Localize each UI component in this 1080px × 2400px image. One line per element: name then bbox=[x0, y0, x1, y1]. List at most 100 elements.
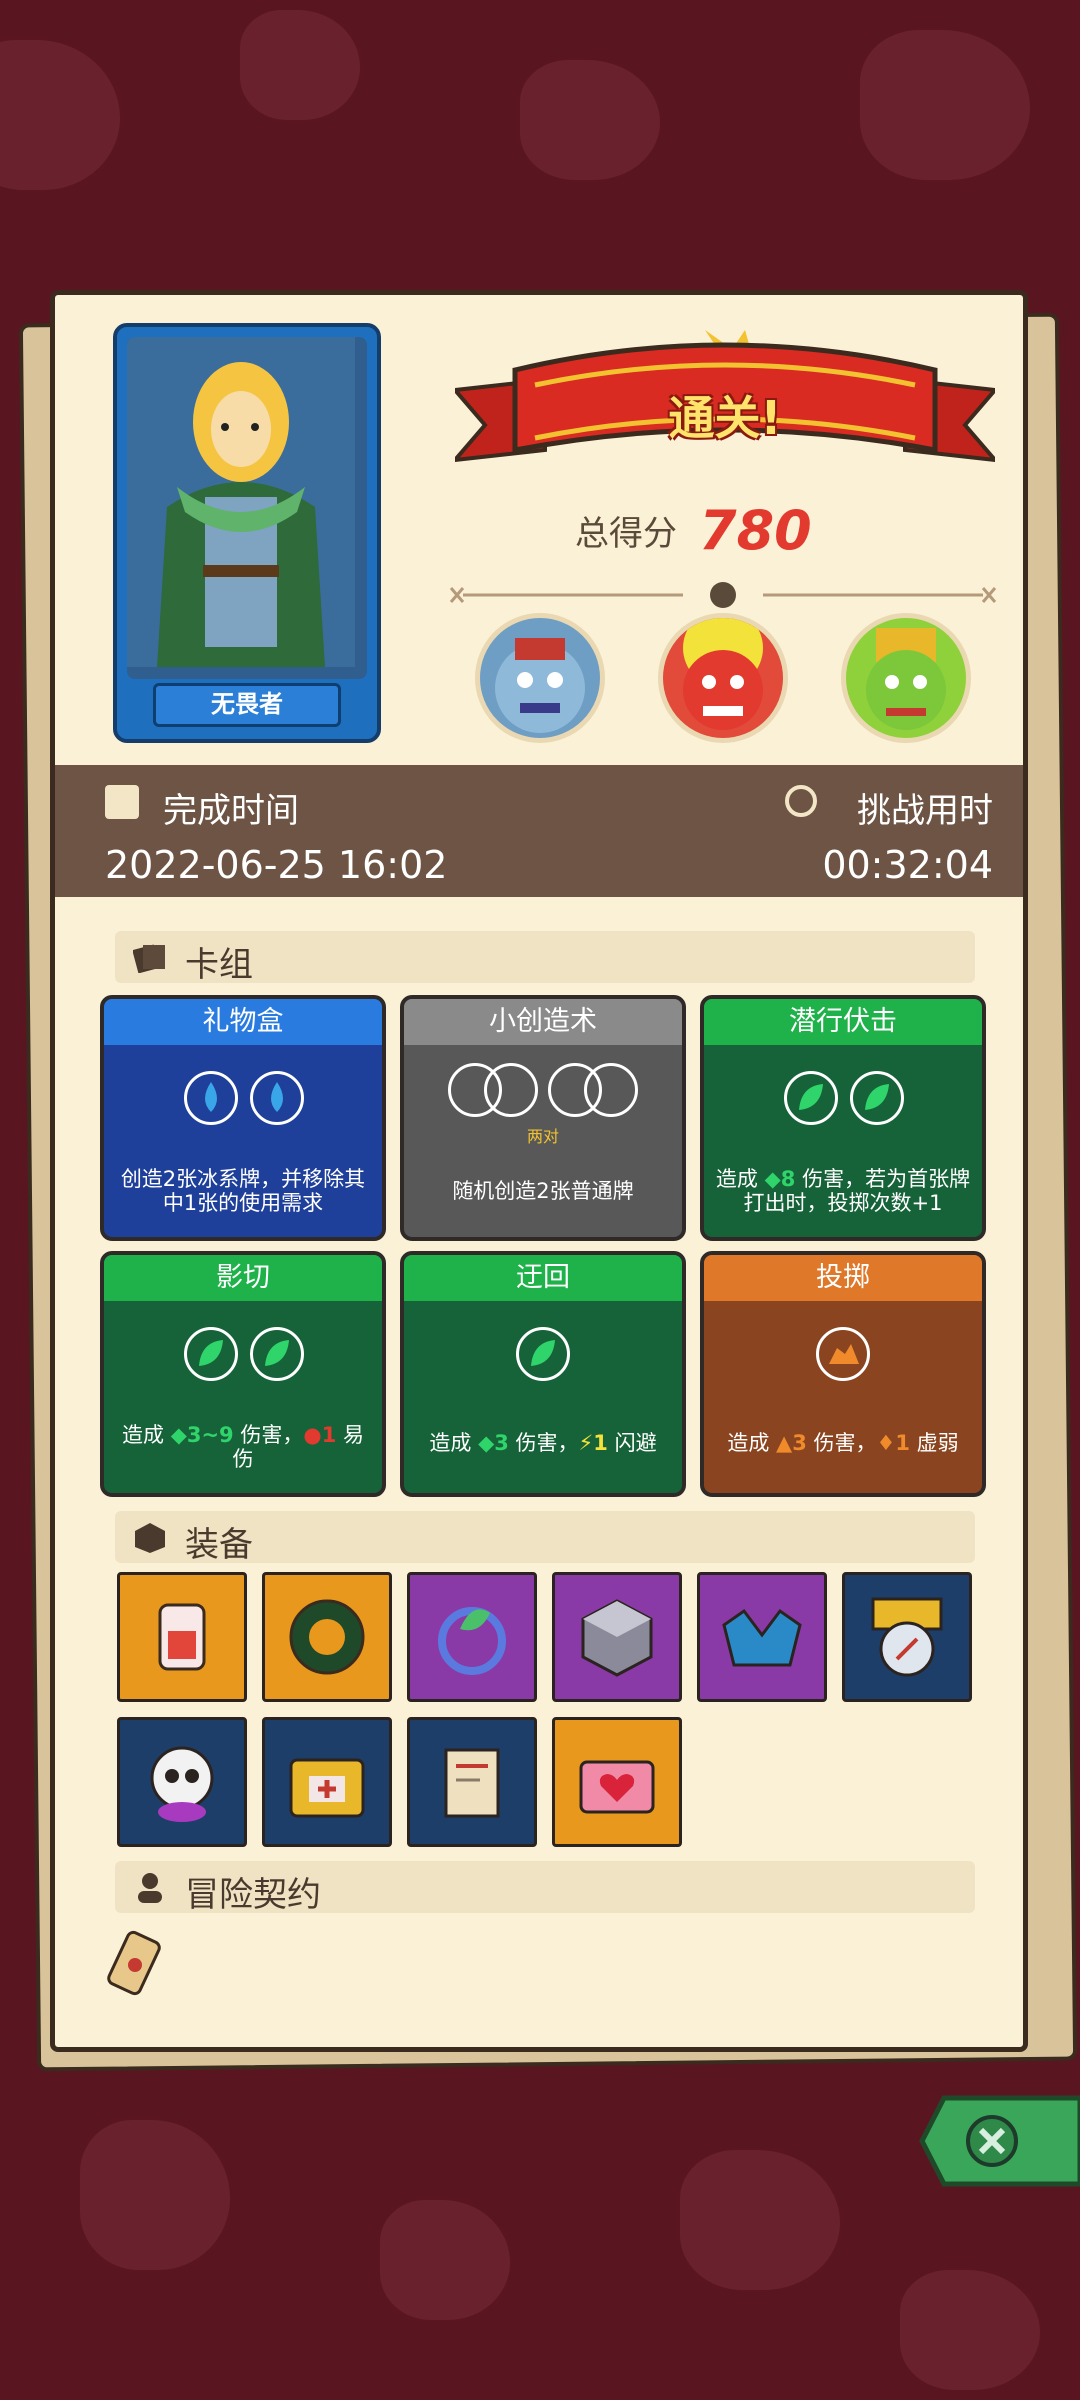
cube-icon[interactable] bbox=[552, 1572, 682, 1702]
boss-portrait-blue-ogre[interactable] bbox=[475, 613, 605, 743]
leaf-mini-icon: ◆ bbox=[478, 1431, 495, 1455]
equipment-title: 装备 bbox=[185, 1525, 253, 1565]
damage-value: 8 bbox=[780, 1167, 796, 1191]
card-description: 随机创造2张普通牌 bbox=[452, 1179, 634, 1203]
ring-icon[interactable] bbox=[262, 1572, 392, 1702]
deck-title: 卡组 bbox=[185, 945, 253, 985]
card-description: 造成 ◆3 伤害，⚡1 闪避 bbox=[412, 1431, 674, 1455]
damage-value: 3 bbox=[792, 1431, 807, 1455]
leaf-icon bbox=[516, 1327, 570, 1381]
score-label: 总得分 bbox=[575, 513, 677, 554]
bg-shape bbox=[680, 2150, 840, 2290]
leaf-icon bbox=[184, 1327, 238, 1381]
jar-icon[interactable] bbox=[117, 1572, 247, 1702]
score-row: 总得分 780 bbox=[575, 495, 812, 565]
heart-chest-icon[interactable] bbox=[552, 1717, 682, 1847]
deck-section-header: 卡组 bbox=[115, 931, 975, 985]
hero-name: 无畏者 bbox=[153, 683, 341, 727]
box-icon bbox=[133, 1521, 167, 1553]
vulnerable-icon: ● bbox=[303, 1423, 322, 1447]
challenge-time-value: 00:32:04 bbox=[822, 843, 993, 887]
desc-text: 虚弱 bbox=[916, 1431, 959, 1455]
card-gift-box[interactable]: 礼物盒 创造2张冰系牌，并移除其中1张的使用需求 bbox=[100, 995, 386, 1241]
desc-text: 闪避 bbox=[614, 1431, 657, 1455]
status-value: 1 bbox=[593, 1431, 608, 1455]
desc-text: 伤害， bbox=[813, 1431, 877, 1455]
leaf-ring-icon[interactable] bbox=[407, 1572, 537, 1702]
desc-text: 造成 bbox=[429, 1431, 472, 1455]
status-value: 1 bbox=[895, 1431, 910, 1455]
leaf-mini-icon: ◆ bbox=[764, 1167, 781, 1191]
status-value: 1 bbox=[321, 1423, 337, 1447]
desc-text: 伤害， bbox=[240, 1423, 304, 1447]
compass-icon[interactable] bbox=[842, 1572, 972, 1702]
bg-shape bbox=[240, 10, 360, 120]
bg-shape bbox=[520, 60, 660, 180]
crystal-helm-icon[interactable] bbox=[697, 1572, 827, 1702]
bg-shape bbox=[80, 2120, 230, 2270]
leaf-icon bbox=[784, 1071, 838, 1125]
close-button[interactable] bbox=[918, 2094, 1080, 2188]
card-title: 影切 bbox=[104, 1255, 382, 1301]
empty-slot-icon bbox=[484, 1063, 538, 1117]
bg-shape bbox=[380, 2200, 510, 2320]
info-band: 完成时间 2022-06-25 16:02 挑战用时 00:32:04 bbox=[55, 765, 1023, 897]
rock-icon bbox=[816, 1327, 870, 1381]
card-detour[interactable]: 迂回 造成 ◆3 伤害，⚡1 闪避 bbox=[400, 1251, 686, 1497]
finish-time-label: 完成时间 bbox=[163, 791, 299, 831]
finish-time-value: 2022-06-25 16:02 bbox=[105, 843, 448, 887]
water-drop-icon bbox=[184, 1071, 238, 1125]
card-description: 造成 ▲3 伤害，♦1 虚弱 bbox=[712, 1431, 974, 1455]
boss-portrait-red-demon[interactable] bbox=[658, 613, 788, 743]
card-minor-creation[interactable]: 小创造术 两对 随机创造2张普通牌 bbox=[400, 995, 686, 1241]
bg-shape bbox=[0, 40, 120, 190]
weak-icon: ♦ bbox=[876, 1431, 896, 1455]
contract-section-header: 冒险契约 bbox=[115, 1861, 975, 1915]
leaf-mini-icon: ◆ bbox=[170, 1423, 187, 1447]
leaf-icon bbox=[850, 1071, 904, 1125]
hero-card[interactable]: 无畏者 bbox=[113, 323, 381, 743]
hero-portrait bbox=[127, 337, 367, 679]
skull-icon[interactable] bbox=[117, 1717, 247, 1847]
result-panel: 无畏者 通关! 总得分 780 完成时间 2022-06-25 16:02 挑战… bbox=[50, 290, 1028, 2052]
boss-portrait-green-goblin[interactable] bbox=[841, 613, 971, 743]
card-title: 小创造术 bbox=[404, 999, 682, 1045]
card-description: 造成 ◆8 伤害，若为首张牌打出时，投掷次数+1 bbox=[712, 1167, 974, 1215]
card-title: 礼物盒 bbox=[104, 999, 382, 1045]
card-requirement: 两对 bbox=[526, 1127, 559, 1146]
damage-value: 3~9 bbox=[186, 1423, 234, 1447]
cards-icon bbox=[132, 941, 167, 974]
score-value: 780 bbox=[699, 498, 812, 562]
bg-shape bbox=[860, 30, 1030, 180]
desc-text: 造成 bbox=[122, 1423, 164, 1447]
bg-shape bbox=[900, 2270, 1040, 2390]
card-description: 创造2张冰系牌，并移除其中1张的使用需求 bbox=[120, 1167, 366, 1215]
person-icon bbox=[133, 1871, 167, 1903]
desc-text: 造成 bbox=[727, 1431, 770, 1455]
challenge-time-label: 挑战用时 bbox=[857, 791, 993, 831]
card-title: 潜行伏击 bbox=[704, 999, 982, 1045]
card-title: 投掷 bbox=[704, 1255, 982, 1301]
rock-mini-icon: ▲ bbox=[776, 1431, 793, 1455]
card-shadow-cut[interactable]: 影切 造成 ◆3~9 伤害，●1 易伤 bbox=[100, 1251, 386, 1497]
equipment-section-header: 装备 bbox=[115, 1511, 975, 1565]
scroll-icon[interactable] bbox=[407, 1717, 537, 1847]
banner-title: 通关! bbox=[668, 391, 782, 445]
victory-banner: 通关! bbox=[450, 330, 1000, 490]
card-sneak-attack[interactable]: 潜行伏击 造成 ◆8 伤害，若为首张牌打出时，投掷次数+1 bbox=[700, 995, 986, 1241]
calendar-icon bbox=[105, 785, 139, 819]
ornament-divider bbox=[443, 580, 1003, 610]
treasure-chest-icon[interactable] bbox=[262, 1717, 392, 1847]
water-drop-icon bbox=[250, 1071, 304, 1125]
lightning-icon: ⚡ bbox=[578, 1431, 594, 1455]
empty-slot-icon bbox=[584, 1063, 638, 1117]
desc-text: 造成 bbox=[715, 1167, 758, 1191]
stopwatch-icon bbox=[785, 785, 817, 817]
card-title: 迂回 bbox=[404, 1255, 682, 1301]
leaf-icon bbox=[250, 1327, 304, 1381]
contract-title: 冒险契约 bbox=[185, 1875, 321, 1915]
desc-text: 伤害， bbox=[515, 1431, 579, 1455]
damage-value: 3 bbox=[494, 1431, 509, 1455]
card-throw[interactable]: 投掷 造成 ▲3 伤害，♦1 虚弱 bbox=[700, 1251, 986, 1497]
contract-scroll-icon[interactable] bbox=[103, 1925, 173, 2005]
